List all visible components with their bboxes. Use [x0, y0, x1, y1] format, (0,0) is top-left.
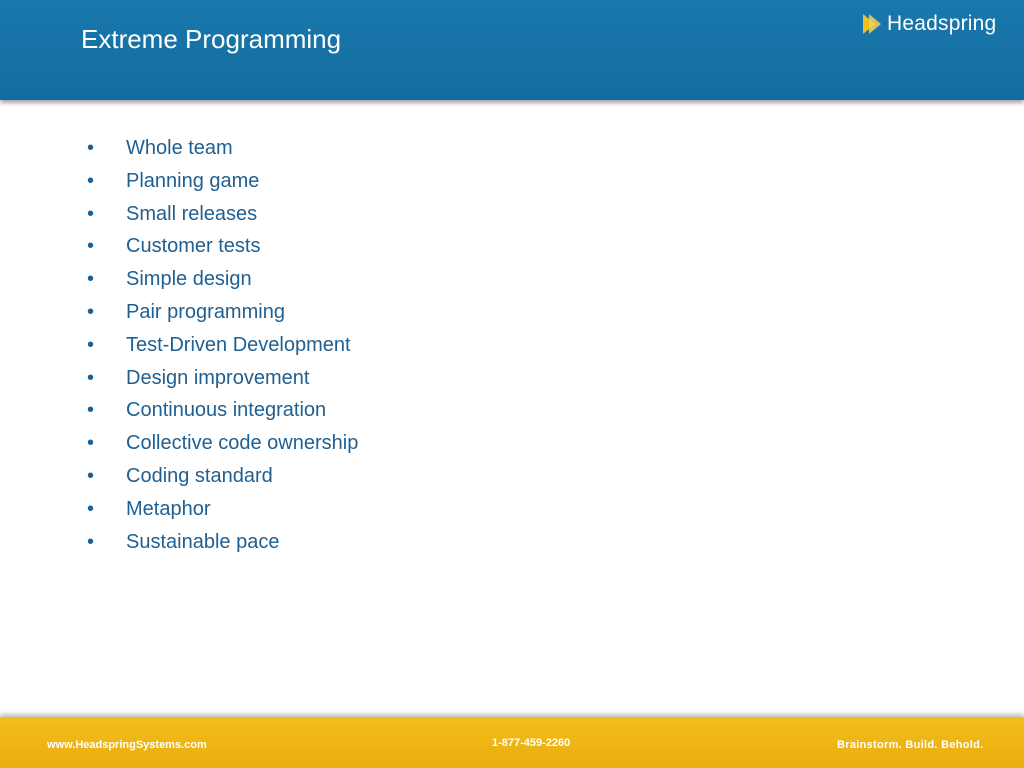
- bullet-text: Continuous integration: [126, 399, 327, 422]
- bullet-text: Small releases: [126, 202, 258, 225]
- bullet-text: Simple design: [126, 268, 252, 291]
- bullet-text: Test-Driven Development: [126, 333, 351, 356]
- footer-url: www.HeadspringSystems.com: [47, 739, 207, 751]
- bullet-dot: •: [87, 432, 95, 455]
- bullet-text: Whole team: [126, 137, 233, 159]
- bullet-text: Coding standard: [126, 464, 273, 487]
- footer-phone: 1-877-459-2260: [492, 737, 571, 749]
- footer-bar: www.HeadspringSystems.com 1-877-459-2260…: [0, 717, 1024, 768]
- slide: Extreme Programming Headspring • Whole te…: [0, 0, 1024, 768]
- bullet-dot: •: [87, 202, 95, 225]
- bullet-dot: •: [87, 530, 95, 553]
- bullet-dot: •: [87, 137, 95, 159]
- bullet-dot: •: [87, 464, 95, 487]
- header-bar: Extreme Programming Headspring: [0, 0, 1024, 100]
- headspring-logo: Headspring: [861, 10, 996, 38]
- bullet-text: Collective code ownership: [126, 432, 359, 455]
- bullet-text: Customer tests: [126, 235, 261, 258]
- slide-title: Extreme Programming: [81, 24, 342, 54]
- bullet-dot: •: [87, 235, 95, 258]
- bullet-dot: •: [87, 399, 95, 422]
- bullet-dot: •: [87, 300, 95, 323]
- bullet-text: Design improvement: [126, 366, 310, 389]
- bullet-text: Pair programming: [126, 300, 285, 323]
- bullet-dot: •: [87, 268, 95, 291]
- bullet-dot: •: [87, 333, 95, 356]
- headspring-logo-icon: [863, 14, 881, 34]
- logo-text: Headspring: [887, 12, 997, 35]
- bullet-dot: •: [87, 169, 95, 192]
- bullet-text: Sustainable pace: [126, 530, 280, 553]
- bullet-text: Planning game: [126, 169, 260, 192]
- bullet-text: Metaphor: [126, 497, 211, 520]
- footer-tagline: Brainstorm. Build. Behold.: [837, 739, 984, 751]
- bullet-dot: •: [87, 366, 95, 389]
- bullet-dot: •: [87, 497, 95, 520]
